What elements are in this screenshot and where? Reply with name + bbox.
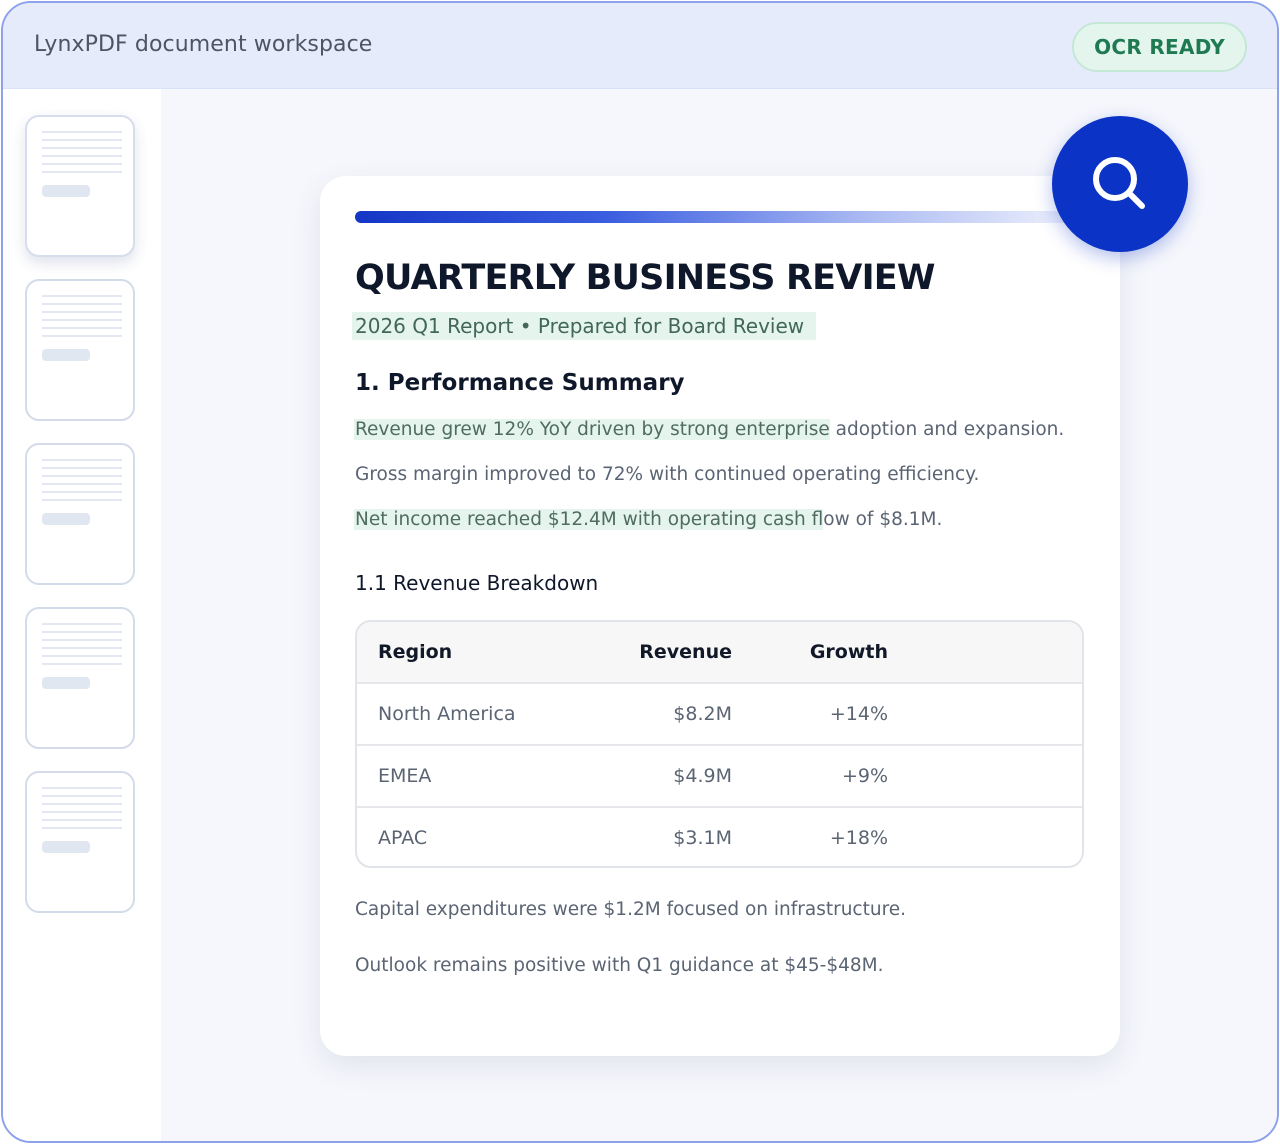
cell-revenue: $3.1M	[673, 827, 732, 849]
cell-revenue: $4.9M	[673, 765, 732, 787]
section-heading-revenue-breakdown: 1.1 Revenue Breakdown	[355, 571, 599, 595]
page-accent-bar	[355, 211, 1075, 223]
table-row: APAC $3.1M +18%	[357, 806, 1082, 866]
document-page: QUARTERLY BUSINESS REVIEW 2026 Q1 Report…	[320, 176, 1120, 1056]
cell-growth: +18%	[829, 827, 888, 849]
page-thumbnail-2[interactable]	[25, 279, 135, 421]
cell-region: APAC	[378, 827, 428, 849]
paragraph-gross-margin: Gross margin improved to 72% with contin…	[355, 464, 980, 485]
cell-region: EMEA	[378, 765, 432, 787]
page-thumbnail-3[interactable]	[25, 443, 135, 585]
ocr-highlight: Revenue grew 12% YoY driven by strong en…	[354, 419, 830, 440]
cell-growth: +14%	[829, 703, 888, 725]
section-heading-performance-summary: 1. Performance Summary	[355, 370, 685, 396]
page-thumbnail-5[interactable]	[25, 771, 135, 913]
window-title: LynxPDF document workspace	[34, 32, 373, 57]
column-header-revenue: Revenue	[639, 641, 732, 663]
page-thumbnails-sidebar	[3, 89, 161, 1141]
table-row: EMEA $4.9M +9%	[357, 744, 1082, 806]
paragraph-outlook: Outlook remains positive with Q1 guidanc…	[355, 955, 884, 976]
table-header-row: Region Revenue Growth	[357, 622, 1082, 682]
column-header-growth: Growth	[809, 641, 888, 663]
ocr-highlight: Net income reached $12.4M with operating…	[354, 509, 824, 530]
cell-growth: +9%	[841, 765, 888, 787]
search-button[interactable]	[1052, 116, 1188, 252]
paragraph-text: low of $8.1M.	[823, 509, 943, 530]
search-icon	[1093, 157, 1145, 209]
title-bar: LynxPDF document workspace OCR READY	[3, 3, 1277, 89]
cell-region: North America	[378, 703, 516, 725]
paragraph-capex: Capital expenditures were $1.2M focused …	[355, 899, 907, 920]
revenue-table: Region Revenue Growth North America $8.2…	[355, 620, 1084, 868]
column-header-region: Region	[378, 641, 453, 663]
page-thumbnail-4[interactable]	[25, 607, 135, 749]
document-title: QUARTERLY BUSINESS REVIEW	[355, 258, 936, 298]
paragraph-text: adoption and expansion.	[829, 419, 1065, 440]
paragraph-revenue: Revenue grew 12% YoY driven by strong en…	[354, 417, 1065, 443]
page-thumbnail-1[interactable]	[25, 115, 135, 257]
ocr-status-badge: OCR READY	[1072, 22, 1247, 72]
table-row: North America $8.2M +14%	[357, 682, 1082, 744]
document-subtitle: 2026 Q1 Report • Prepared for Board Revi…	[352, 312, 817, 340]
paragraph-net-income: Net income reached $12.4M with operating…	[354, 507, 943, 533]
cell-revenue: $8.2M	[673, 703, 732, 725]
